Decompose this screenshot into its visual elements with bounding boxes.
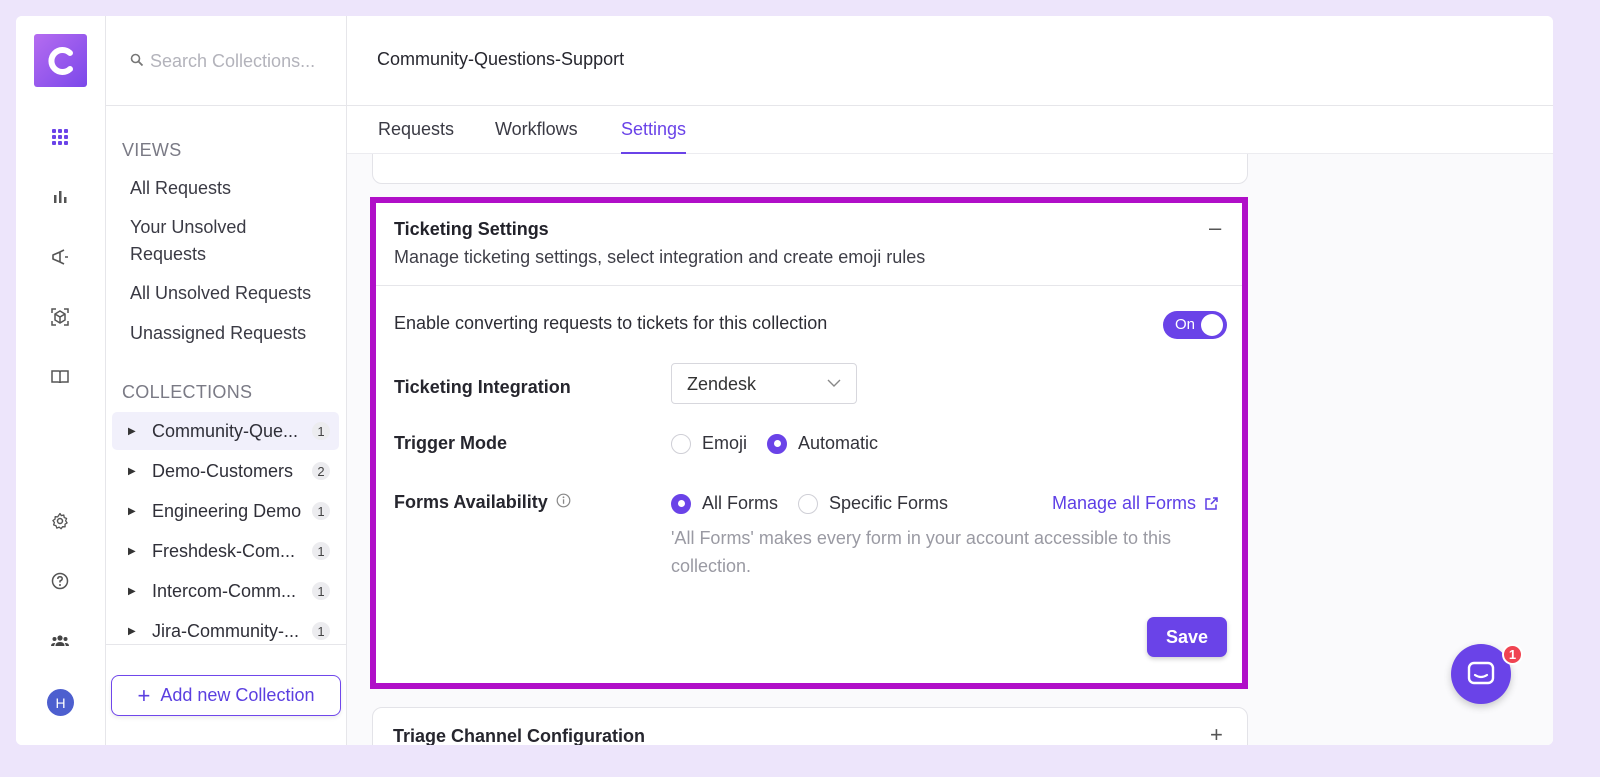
chat-icon (1467, 661, 1495, 685)
ticketing-settings-header: Ticketing Settings Manage ticketing sett… (376, 203, 1242, 286)
main-header: Community-Questions-Support (347, 16, 1553, 106)
view-unassigned-requests[interactable]: Unassigned Requests (130, 320, 330, 347)
collection-count: 2 (312, 462, 330, 480)
search-input[interactable] (150, 48, 330, 74)
caret-right-icon: ▶ (128, 505, 136, 517)
gear-icon[interactable] (46, 507, 74, 535)
caret-right-icon: ▶ (128, 545, 136, 557)
caret-right-icon: ▶ (128, 585, 136, 597)
tab-bar: Requests Workflows Settings (347, 106, 1553, 154)
collection-label: Engineering Demo (152, 500, 302, 521)
views-heading: VIEWS (122, 140, 182, 160)
caret-right-icon: ▶ (128, 465, 136, 477)
collections-heading: COLLECTIONS (122, 382, 253, 402)
logo-c-icon (48, 46, 73, 75)
manage-forms-link[interactable]: Manage all Forms (1052, 493, 1219, 514)
forms-specific-label: Specific Forms (829, 493, 949, 513)
forms-availability-radio-group: All Forms Specific Forms (671, 493, 968, 514)
collection-count: 1 (312, 422, 330, 440)
tab-settings[interactable]: Settings (621, 119, 687, 154)
add-collection-label: Add new Collection (160, 685, 315, 705)
collection-label: Jira-Community-... (152, 620, 300, 641)
forms-all-label: All Forms (702, 493, 778, 513)
team-icon[interactable] (46, 627, 74, 655)
view-all-requests[interactable]: All Requests (130, 175, 330, 202)
enable-tickets-toggle[interactable]: On (1163, 311, 1227, 339)
cube-icon[interactable] (46, 303, 74, 331)
trigger-automatic-radio[interactable] (767, 433, 788, 454)
collection-item[interactable]: ▶ Demo-Customers 2 (112, 452, 339, 490)
manage-forms-label: Manage all Forms (1052, 493, 1197, 513)
book-icon[interactable] (46, 363, 74, 391)
tab-requests[interactable]: Requests (378, 119, 454, 152)
plus-icon: + (137, 682, 151, 708)
collection-count: 1 (312, 502, 330, 520)
forms-all-radio[interactable] (671, 493, 691, 514)
caret-right-icon: ▶ (128, 625, 136, 637)
chat-notification-badge: 1 (1502, 644, 1523, 665)
search-icon (130, 53, 144, 72)
collection-item[interactable]: ▶ Engineering Demo 1 (112, 492, 339, 530)
expand-plus-icon[interactable]: + (1210, 722, 1223, 745)
collection-label: Community-Que... (152, 420, 299, 441)
trigger-emoji-radio[interactable] (671, 433, 691, 454)
forms-availability-label: Forms Availability (394, 492, 548, 512)
trigger-emoji-label: Emoji (702, 433, 748, 453)
ticketing-settings-title: Ticketing Settings (394, 219, 549, 239)
integration-select[interactable]: Zendesk (671, 363, 857, 404)
tab-workflows[interactable]: Workflows (495, 119, 578, 152)
trigger-automatic-label: Automatic (798, 433, 879, 453)
forms-specific-radio[interactable] (798, 493, 818, 514)
app-window: H VIEWS All Requests Your Unsolved Reque… (16, 16, 1553, 745)
collection-item[interactable]: ▶ Intercom-Comm... 1 (112, 572, 339, 610)
collapse-icon[interactable]: – (1209, 215, 1221, 241)
main-panel: Community-Questions-Support Requests Wor… (347, 16, 1553, 745)
megaphone-icon[interactable] (46, 243, 74, 271)
toggle-knob (1201, 314, 1223, 336)
collection-count: 1 (312, 542, 330, 560)
page-title: Community-Questions-Support (377, 49, 625, 69)
collection-item[interactable]: ▶ Freshdesk-Com... 1 (112, 532, 339, 570)
add-collection-button[interactable]: + Add new Collection (111, 675, 341, 716)
collection-item[interactable]: ▶ Community-Que... 1 (112, 412, 339, 450)
view-your-unsolved-requests[interactable]: Your Unsolved Requests (130, 214, 280, 268)
user-avatar[interactable]: H (47, 689, 74, 716)
collection-count: 1 (312, 622, 330, 640)
save-button[interactable]: Save (1147, 617, 1227, 657)
triage-channel-card: Triage Channel Configuration + (372, 707, 1248, 745)
search-bar (106, 16, 346, 106)
collection-label: Freshdesk-Com... (152, 540, 296, 561)
bar-chart-icon[interactable] (46, 183, 74, 211)
caret-right-icon: ▶ (128, 425, 136, 437)
ticketing-settings-subtitle: Manage ticketing settings, select integr… (394, 247, 926, 267)
avatar-initial: H (55, 694, 66, 711)
settings-content: Ticketing Settings Manage ticketing sett… (347, 154, 1553, 745)
icon-rail: H (16, 16, 106, 745)
collection-label: Intercom-Comm... (152, 580, 297, 601)
previous-settings-card (372, 154, 1248, 184)
external-link-icon (1205, 497, 1218, 510)
integration-label: Ticketing Integration (394, 377, 571, 397)
integration-value: Zendesk (687, 374, 757, 394)
ticketing-settings-card: Ticketing Settings Manage ticketing sett… (370, 197, 1248, 689)
trigger-mode-label: Trigger Mode (394, 433, 508, 453)
toggle-state-text: On (1175, 316, 1196, 333)
forms-availability-row-label: Forms Availability (394, 492, 571, 513)
collection-count: 1 (312, 582, 330, 600)
trigger-mode-radio-group: Emoji Automatic (671, 433, 898, 454)
info-icon[interactable] (556, 492, 571, 513)
apps-grid-icon[interactable] (46, 123, 74, 151)
triage-channel-title: Triage Channel Configuration (393, 726, 646, 745)
sidebar-footer: + Add new Collection (106, 644, 346, 745)
view-all-unsolved-requests[interactable]: All Unsolved Requests (130, 280, 330, 307)
chevron-down-icon (826, 376, 842, 395)
help-icon[interactable] (46, 567, 74, 595)
enable-tickets-label: Enable converting requests to tickets fo… (394, 313, 828, 333)
app-logo[interactable] (34, 34, 87, 87)
collections-sidebar: VIEWS All Requests Your Unsolved Request… (106, 16, 347, 745)
collection-label: Demo-Customers (152, 460, 294, 481)
forms-help-text: 'All Forms' makes every form in your acc… (671, 528, 1172, 576)
